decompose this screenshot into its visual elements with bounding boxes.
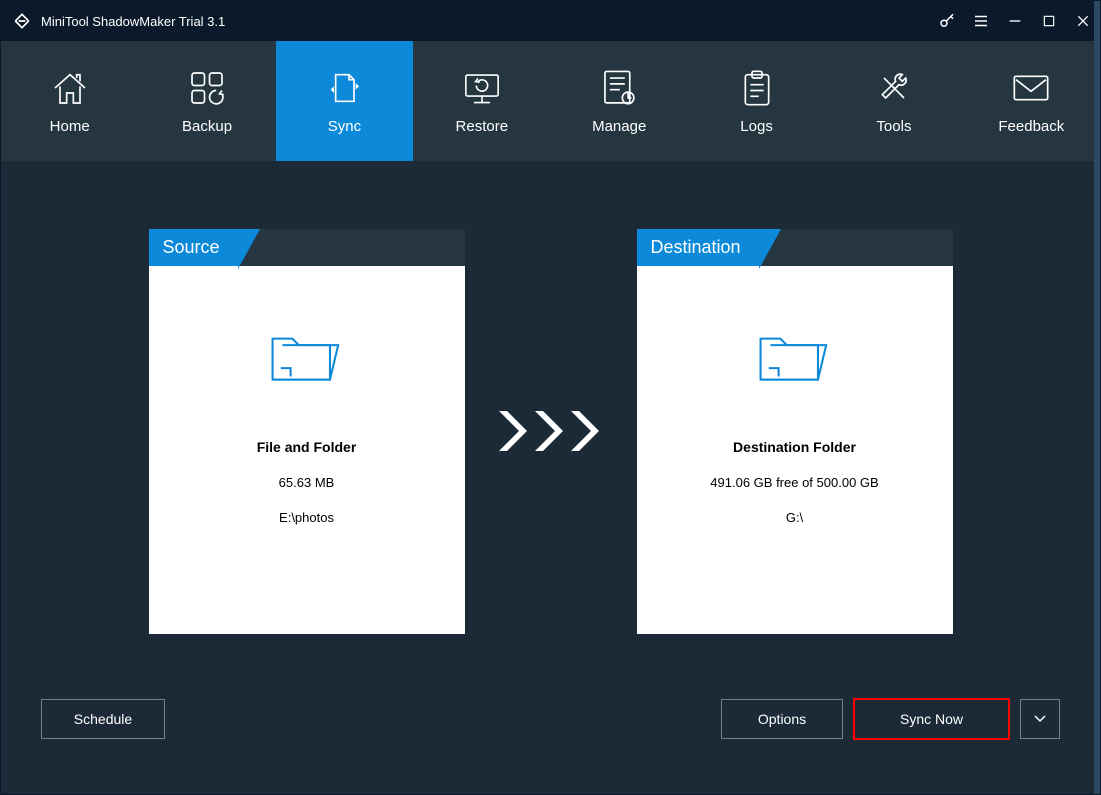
sync-content: Source File and Folder 65.63 MB E:\photo…	[1, 163, 1100, 699]
nav-tools-label: Tools	[876, 118, 911, 135]
destination-free: 491.06 GB free of 500.00 GB	[710, 475, 878, 490]
source-size: 65.63 MB	[279, 475, 335, 490]
tools-icon	[874, 68, 914, 108]
sync-now-label: Sync Now	[900, 711, 963, 727]
options-button[interactable]: Options	[721, 699, 843, 739]
titlebar: MiniTool ShadowMaker Trial 3.1	[1, 1, 1100, 41]
nav-manage[interactable]: Manage	[551, 41, 688, 161]
source-header: Source	[149, 229, 465, 266]
app-window: MiniTool ShadowMaker Trial 3.1	[0, 0, 1101, 795]
nav-restore[interactable]: Restore	[413, 41, 550, 161]
nav-logs-label: Logs	[740, 118, 773, 135]
schedule-button[interactable]: Schedule	[41, 699, 165, 739]
nav-feedback[interactable]: Feedback	[963, 41, 1100, 161]
source-title: File and Folder	[257, 439, 357, 455]
nav-backup[interactable]: Backup	[138, 41, 275, 161]
destination-header: Destination	[637, 229, 953, 266]
nav-tools[interactable]: Tools	[825, 41, 962, 161]
nav-sync-label: Sync	[328, 118, 361, 135]
logs-icon	[740, 68, 774, 108]
sync-icon	[324, 68, 364, 108]
nav-home-label: Home	[50, 118, 90, 135]
source-card[interactable]: Source File and Folder 65.63 MB E:\photo…	[149, 229, 465, 634]
main-nav: Home Backup Sync	[1, 41, 1100, 161]
feedback-icon	[1011, 68, 1051, 108]
destination-title: Destination Folder	[733, 439, 856, 455]
maximize-button[interactable]	[1032, 1, 1066, 41]
home-icon	[50, 68, 90, 108]
sync-now-button[interactable]: Sync Now	[853, 698, 1010, 740]
sync-now-dropdown-button[interactable]	[1020, 699, 1060, 739]
destination-path: G:\	[786, 510, 803, 525]
key-icon[interactable]	[930, 1, 964, 41]
minimize-button[interactable]	[998, 1, 1032, 41]
manage-icon	[600, 68, 638, 108]
source-header-label: Source	[149, 229, 238, 266]
destination-header-label: Destination	[637, 229, 759, 266]
chevron-down-icon	[1034, 715, 1046, 723]
folder-icon	[754, 321, 836, 389]
bottom-toolbar: Schedule Options Sync Now	[41, 699, 1060, 739]
app-logo-icon	[11, 10, 33, 32]
vertical-scrollbar[interactable]	[1094, 1, 1100, 794]
source-path: E:\photos	[279, 510, 334, 525]
backup-icon	[187, 68, 227, 108]
destination-card[interactable]: Destination Destination Folder 491.06 GB…	[637, 229, 953, 634]
nav-backup-label: Backup	[182, 118, 232, 135]
window-title: MiniTool ShadowMaker Trial 3.1	[41, 14, 225, 29]
direction-arrows-icon	[495, 406, 607, 456]
nav-logs[interactable]: Logs	[688, 41, 825, 161]
options-label: Options	[758, 711, 806, 727]
restore-icon	[461, 68, 503, 108]
menu-icon[interactable]	[964, 1, 998, 41]
nav-sync[interactable]: Sync	[276, 41, 413, 161]
schedule-label: Schedule	[74, 711, 132, 727]
folder-icon	[266, 321, 348, 389]
nav-home[interactable]: Home	[1, 41, 138, 161]
nav-restore-label: Restore	[456, 118, 509, 135]
nav-manage-label: Manage	[592, 118, 646, 135]
nav-feedback-label: Feedback	[998, 118, 1064, 135]
